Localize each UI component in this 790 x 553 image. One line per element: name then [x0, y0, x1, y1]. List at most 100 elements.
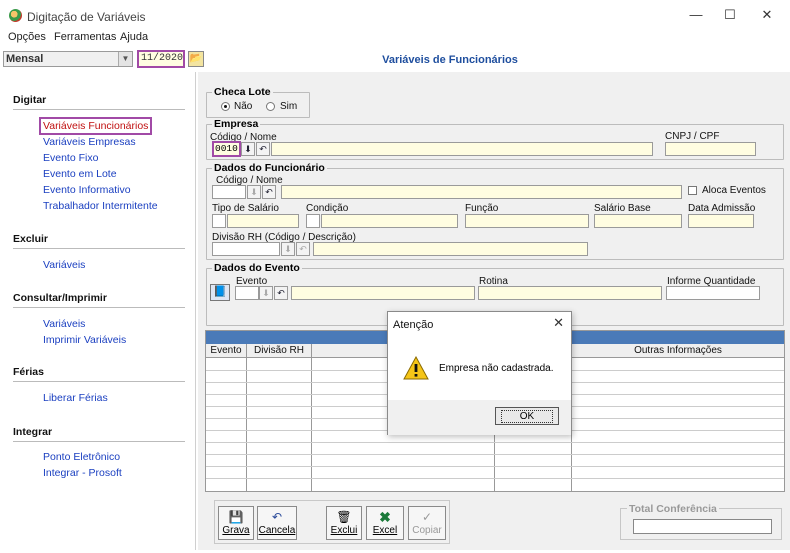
- sidebar-section-ferias: Férias: [13, 366, 44, 378]
- sidebar-item-evento-informativo[interactable]: Evento Informativo: [43, 184, 131, 196]
- condicao-code[interactable]: [306, 214, 320, 228]
- aloca-eventos-checkbox[interactable]: [688, 186, 697, 195]
- maximize-button[interactable]: ☐: [720, 6, 740, 24]
- col-divisao-rh[interactable]: Divisão RH: [247, 345, 311, 356]
- col-evento[interactable]: Evento: [206, 345, 246, 356]
- data-admissao-input[interactable]: [688, 214, 754, 228]
- condicao-input[interactable]: [321, 214, 458, 228]
- download-icon[interactable]: ⬇: [281, 242, 295, 256]
- salario-base-input[interactable]: [594, 214, 682, 228]
- book-icon[interactable]: 📘: [210, 284, 230, 301]
- divisao-descricao-input[interactable]: [313, 242, 588, 256]
- cancela-button[interactable]: ↶ Cancela: [257, 506, 297, 540]
- app-icon: [9, 9, 22, 22]
- rotina-input[interactable]: [478, 286, 662, 300]
- sidebar-section-integrar: Integrar: [13, 426, 53, 438]
- checkmark-icon: ✓: [421, 510, 433, 524]
- evento-legend: Dados do Evento: [212, 262, 302, 274]
- cnpj-input[interactable]: [665, 142, 756, 156]
- radio-nao[interactable]: [221, 102, 230, 111]
- download-icon[interactable]: ⬇: [247, 185, 261, 199]
- empresa-legend: Empresa: [212, 118, 261, 130]
- sidebar-item-excluir-variaveis[interactable]: Variáveis: [43, 259, 85, 271]
- evento-code-input[interactable]: [235, 286, 259, 300]
- page-title: Variáveis de Funcionários: [382, 54, 518, 66]
- cnpj-label: CNPJ / CPF: [665, 131, 720, 142]
- data-admissao-label: Data Admissão: [688, 203, 756, 214]
- aloca-eventos-label: Aloca Eventos: [702, 185, 766, 196]
- ok-label: OK: [500, 410, 554, 423]
- save-icon: 💾: [228, 510, 244, 524]
- download-icon[interactable]: ⬇: [241, 142, 255, 156]
- col-outras-informacoes[interactable]: Outras Informações: [572, 345, 784, 356]
- sidebar-item-evento-fixo[interactable]: Evento Fixo: [43, 152, 98, 164]
- funcionario-codigo-input[interactable]: [212, 185, 246, 199]
- period-value: Mensal: [6, 53, 44, 65]
- quantidade-input[interactable]: [666, 286, 760, 300]
- undo-icon[interactable]: ↶: [262, 185, 276, 199]
- sidebar-item-liberar-ferias[interactable]: Liberar Férias: [43, 392, 108, 404]
- sidebar-item-consultar-variaveis[interactable]: Variáveis: [43, 318, 85, 330]
- empresa-nome-input[interactable]: [271, 142, 653, 156]
- table-row: [206, 466, 784, 467]
- radio-sim[interactable]: [266, 102, 275, 111]
- exclui-button[interactable]: 🗑 Exclui: [326, 506, 362, 540]
- ok-button[interactable]: OK: [495, 407, 559, 425]
- menu-opcoes[interactable]: Opções: [8, 31, 46, 43]
- divider: [13, 441, 185, 442]
- close-button[interactable]: ✕: [757, 6, 777, 24]
- sidebar-section-excluir: Excluir: [13, 233, 49, 245]
- menu-ferramentas[interactable]: Ferramentas: [54, 31, 116, 43]
- radio-nao-label: Não: [234, 101, 253, 112]
- dialog-close-icon[interactable]: ✕: [553, 315, 564, 331]
- window-title: Digitação de Variáveis: [27, 10, 146, 24]
- folder-open-icon[interactable]: 📂: [188, 51, 204, 67]
- sidebar-item-variaveis-funcionarios[interactable]: Variáveis Funcionários: [39, 117, 153, 135]
- undo-icon[interactable]: ↶: [296, 242, 310, 256]
- sidebar-item-imprimir-variaveis[interactable]: Imprimir Variáveis: [43, 334, 126, 346]
- table-row: [206, 454, 784, 455]
- grava-label: Grava: [222, 525, 250, 536]
- dialog-message: Empresa não cadastrada.: [439, 363, 554, 374]
- period-select[interactable]: Mensal ▼: [3, 51, 133, 67]
- divisao-code-input[interactable]: [212, 242, 280, 256]
- funcionario-nome-input[interactable]: [281, 185, 682, 199]
- undo-icon[interactable]: ↶: [256, 142, 270, 156]
- table-row: [206, 478, 784, 479]
- grava-button[interactable]: 💾 Grava: [218, 506, 254, 540]
- sidebar-item-evento-lote[interactable]: Evento em Lote: [43, 168, 117, 180]
- undo-icon[interactable]: ↶: [274, 286, 288, 300]
- table-row: [206, 442, 784, 443]
- competence-date-input[interactable]: 11/2020: [137, 50, 185, 68]
- dialog-title: Atenção: [393, 319, 434, 331]
- total-conferencia-field: [633, 519, 772, 534]
- tipo-salario-code[interactable]: [212, 214, 226, 228]
- menu-ajuda[interactable]: Ajuda: [120, 31, 148, 43]
- sidebar-item-ponto-eletronico[interactable]: Ponto Eletrônico: [43, 451, 120, 463]
- tipo-salario-input[interactable]: [227, 214, 299, 228]
- cancela-label: Cancela: [258, 525, 296, 536]
- chevron-down-icon[interactable]: ▼: [118, 52, 132, 66]
- divider: [13, 307, 185, 308]
- evento-nome-input[interactable]: [291, 286, 475, 300]
- exclui-label: Exclui: [330, 525, 358, 536]
- sidebar-item-trabalhador-intermitente[interactable]: Trabalhador Intermitente: [43, 200, 158, 212]
- download-icon[interactable]: ⬇: [259, 286, 273, 300]
- copiar-label: Copiar: [412, 525, 442, 536]
- excel-button[interactable]: ✖ Excel: [366, 506, 404, 540]
- funcao-label: Função: [465, 203, 499, 214]
- condicao-label: Condição: [306, 203, 349, 214]
- alert-dialog: Atenção ✕ Empresa não cadastrada. OK: [387, 311, 572, 435]
- sidebar-item-integrar-prosoft[interactable]: Integrar - Prosoft: [43, 467, 122, 479]
- excel-label: Excel: [372, 525, 398, 536]
- copiar-button[interactable]: ✓ Copiar: [408, 506, 446, 540]
- funcao-input[interactable]: [465, 214, 589, 228]
- minimize-button[interactable]: —: [686, 6, 706, 24]
- trash-icon: 🗑: [336, 510, 352, 524]
- empresa-codigo-input[interactable]: 0010: [212, 141, 241, 157]
- sidebar-item-variaveis-empresas[interactable]: Variáveis Empresas: [43, 136, 136, 148]
- funcionario-legend: Dados do Funcionário: [212, 162, 327, 174]
- divider: [13, 381, 185, 382]
- sidebar-section-consultar: Consultar/Imprimir: [13, 292, 107, 304]
- radio-sim-label: Sim: [280, 101, 298, 112]
